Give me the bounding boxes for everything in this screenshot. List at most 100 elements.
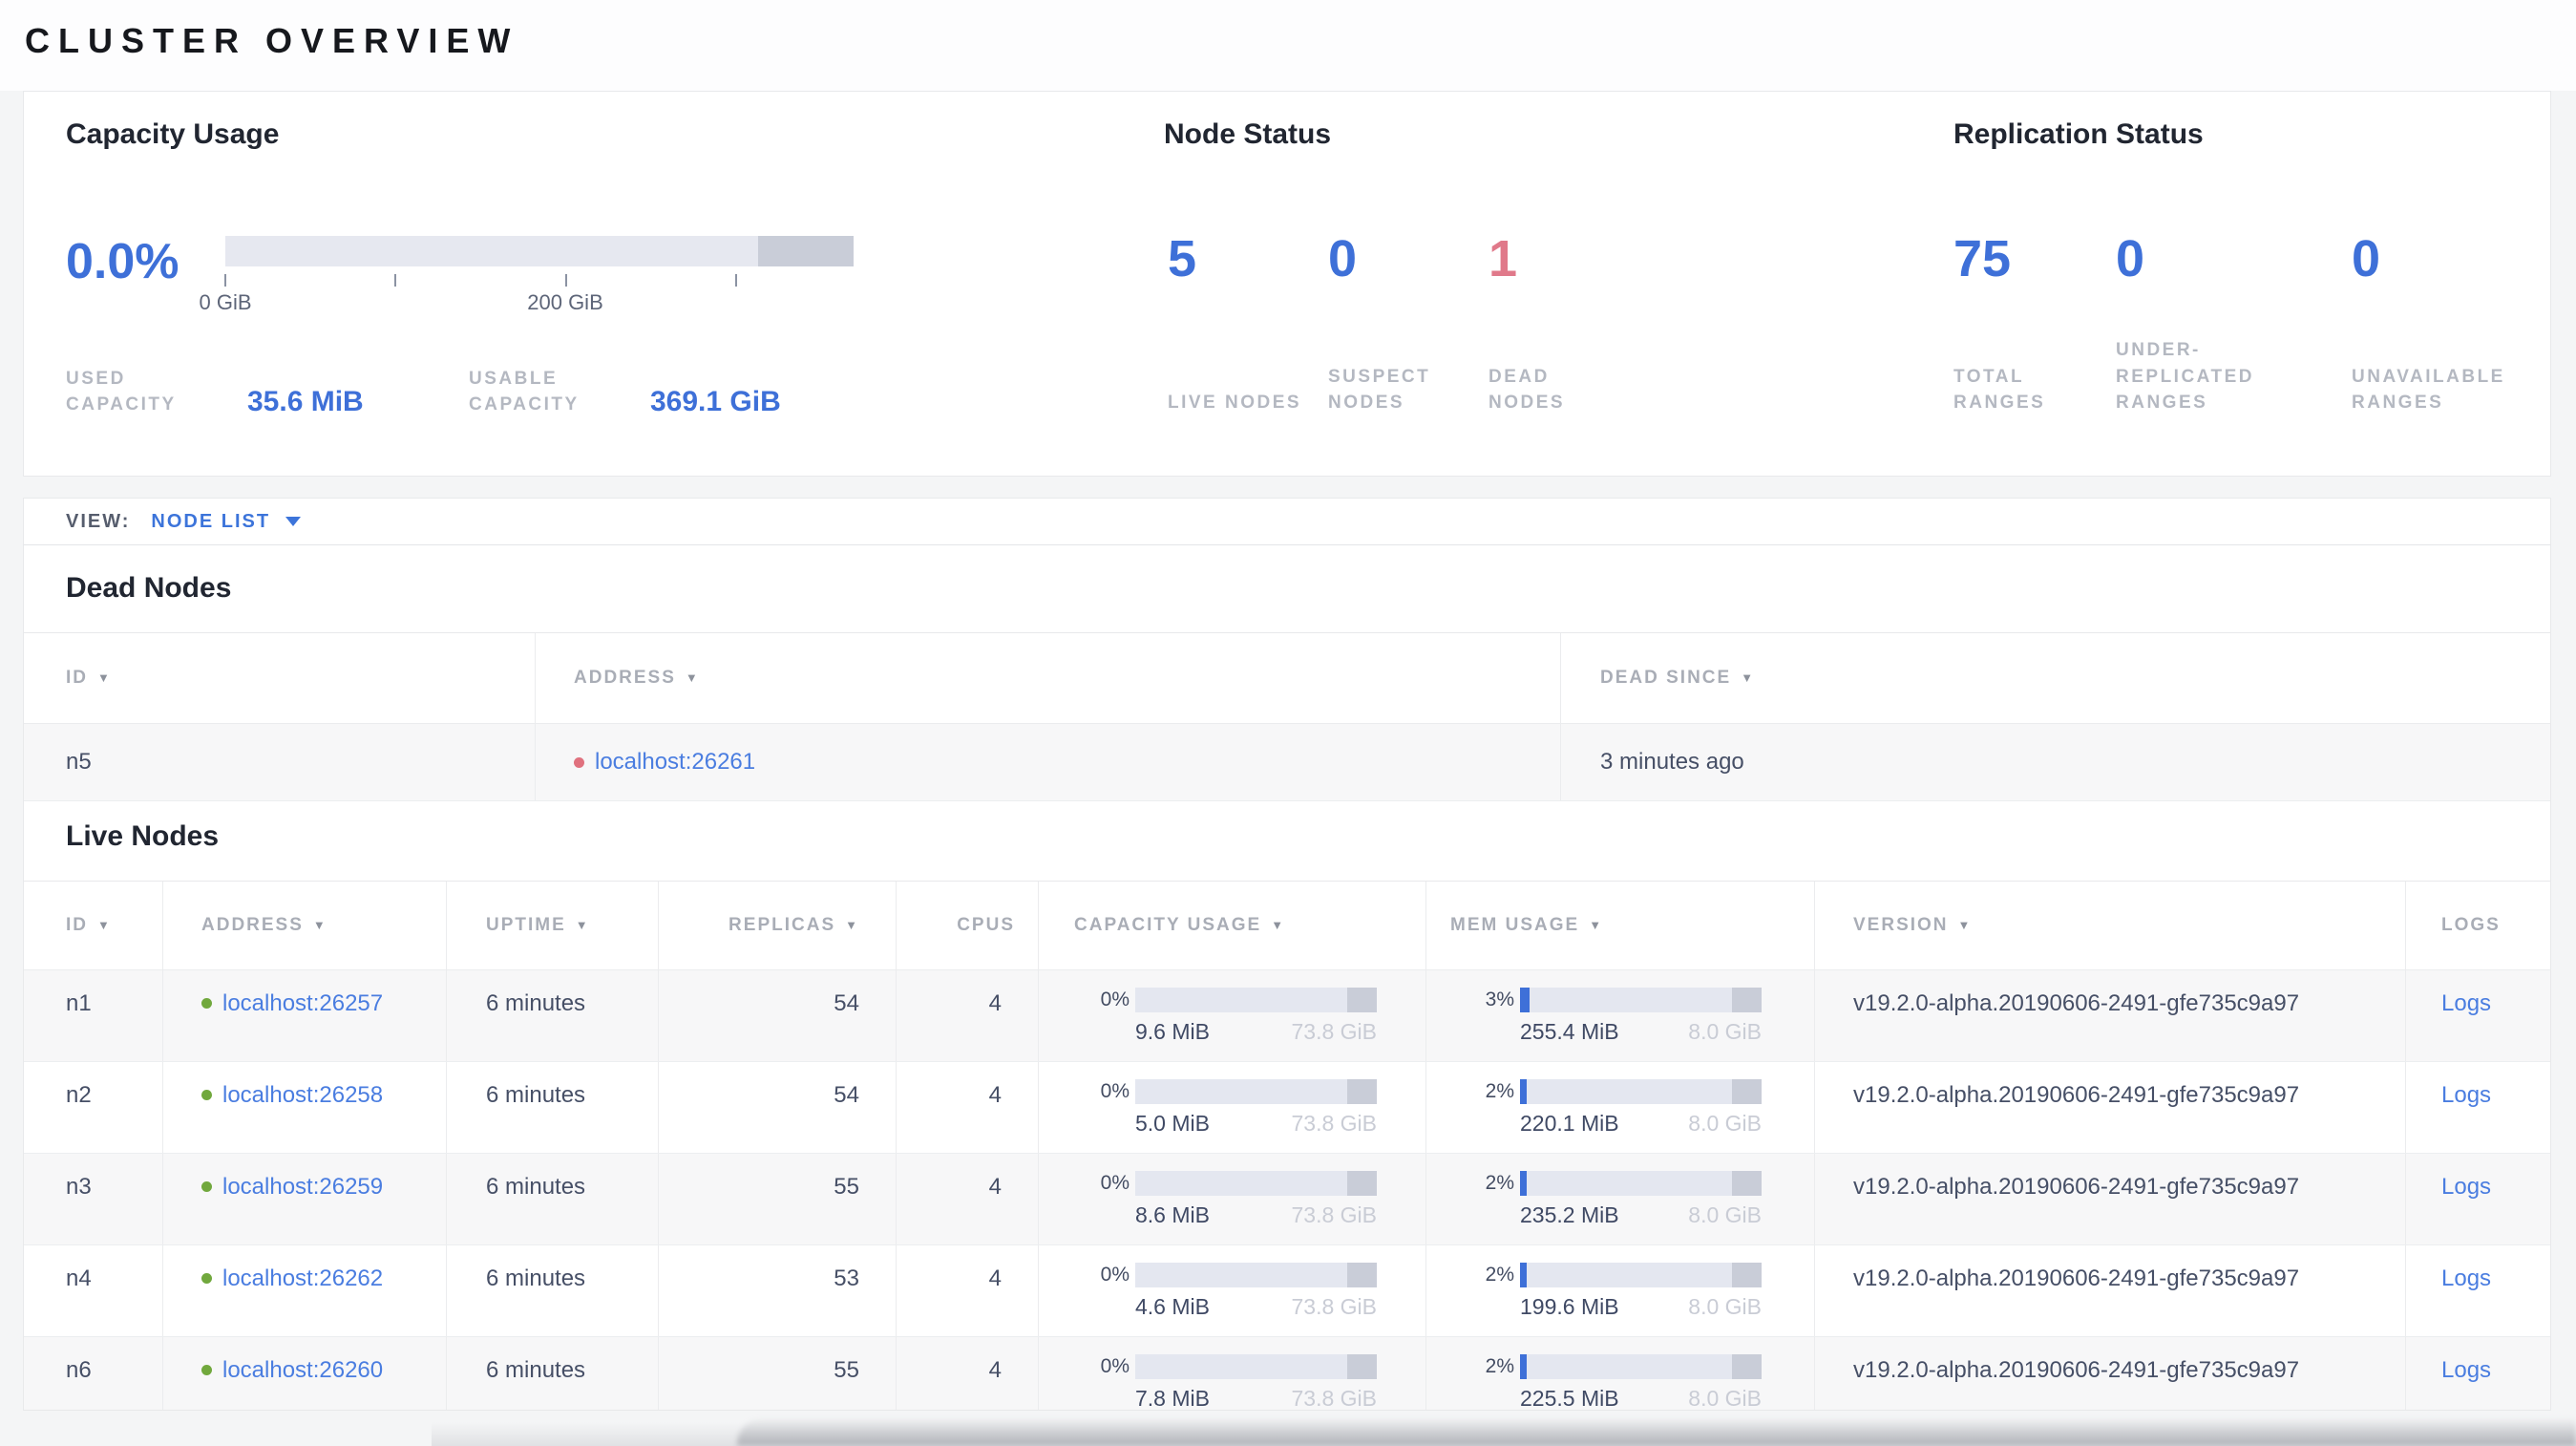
node-id-cell: n6 bbox=[24, 1337, 163, 1410]
sort-desc-icon: ▼ bbox=[575, 917, 590, 932]
node-id: n4 bbox=[66, 1265, 92, 1291]
logs-cell: Logs bbox=[2406, 1154, 2550, 1244]
node-id: n2 bbox=[66, 1081, 92, 1108]
capacity-mini-bar bbox=[1135, 1170, 1377, 1196]
mem-bar-fill bbox=[1520, 1262, 1527, 1287]
column-header-replicas[interactable]: REPLICAS ▼ bbox=[659, 882, 897, 969]
capacity-bar-reserved-segment bbox=[758, 236, 854, 266]
page-title: CLUSTER OVERVIEW bbox=[25, 21, 519, 60]
live-status-dot-icon bbox=[201, 1181, 212, 1192]
cluster-overview-page: CLUSTER OVERVIEW Capacity Usage 0.0% 0 G… bbox=[0, 0, 2576, 1446]
capacity-total-value: 73.8 GiB bbox=[1291, 1293, 1378, 1319]
cpus-value: 4 bbox=[988, 1265, 1002, 1291]
logs-link[interactable]: Logs bbox=[2441, 1357, 2491, 1384]
mem-usage-cell: 3% 255.4 MiB 8.0 GiB bbox=[1426, 970, 1815, 1061]
node-address-link[interactable]: localhost:26260 bbox=[222, 1357, 383, 1384]
capacity-percent-value: 0% bbox=[1100, 988, 1130, 1010]
column-header-address[interactable]: ADDRESS ▼ bbox=[163, 882, 447, 969]
column-header-address[interactable]: ADDRESS ▼ bbox=[536, 633, 1561, 723]
node-id-cell: n1 bbox=[24, 970, 163, 1061]
stat-under-replicated-ranges: 0 UNDER-REPLICATED RANGES bbox=[2116, 92, 2307, 478]
capacity-usage-cell: 0% 9.6 MiB 73.8 GiB bbox=[1039, 970, 1426, 1061]
capacity-usage-cell: 0% 7.8 MiB 73.8 GiB bbox=[1039, 1337, 1426, 1410]
view-selector-dropdown[interactable]: NODE LIST bbox=[151, 511, 302, 533]
stat-live-nodes: 5 LIVE NODES bbox=[1168, 92, 1311, 478]
capacity-bar-reserved-segment bbox=[1347, 987, 1377, 1012]
table-row: n3 localhost:26259 6 minutes 55 4 0% 8.6… bbox=[24, 1154, 2550, 1245]
cpus-cell: 4 bbox=[897, 1245, 1039, 1336]
capacity-used-value: 4.6 MiB bbox=[1135, 1293, 1210, 1319]
live-nodes-label: LIVE NODES bbox=[1168, 393, 1302, 414]
table-row: n5 localhost:26261 3 minutes ago bbox=[24, 724, 2550, 801]
mem-mini-bar bbox=[1520, 1170, 1762, 1196]
column-header-version[interactable]: VERSION ▼ bbox=[1815, 882, 2406, 969]
uptime-cell: 6 minutes bbox=[447, 1337, 659, 1410]
version-value: v19.2.0-alpha.20190606-2491-gfe735c9a97 bbox=[1853, 1265, 2300, 1291]
column-header-uptime[interactable]: UPTIME ▼ bbox=[447, 882, 659, 969]
capacity-usage-bar bbox=[225, 236, 854, 266]
node-address-link[interactable]: localhost:26261 bbox=[595, 749, 755, 776]
mem-total-value: 8.0 GiB bbox=[1688, 1385, 1762, 1411]
node-id: n6 bbox=[66, 1356, 92, 1383]
logs-cell: Logs bbox=[2406, 1337, 2550, 1410]
used-capacity-label: USED CAPACITY bbox=[66, 368, 177, 415]
replicas-value: 54 bbox=[834, 1081, 859, 1108]
mem-bar-reserved-segment bbox=[1732, 1078, 1762, 1104]
sort-desc-icon: ▼ bbox=[1271, 917, 1286, 932]
cpus-cell: 4 bbox=[897, 1337, 1039, 1410]
logs-link[interactable]: Logs bbox=[2441, 990, 2491, 1017]
logs-link[interactable]: Logs bbox=[2441, 1174, 2491, 1201]
column-header-id[interactable]: ID ▼ bbox=[24, 633, 536, 723]
version-value: v19.2.0-alpha.20190606-2491-gfe735c9a97 bbox=[1853, 989, 2300, 1016]
version-cell: v19.2.0-alpha.20190606-2491-gfe735c9a97 bbox=[1815, 1245, 2406, 1336]
live-nodes-table: ID ▼ ADDRESS ▼ UPTIME ▼ REPLICAS ▼ CPUS bbox=[24, 881, 2550, 1411]
capacity-total-value: 73.8 GiB bbox=[1291, 1018, 1378, 1044]
logs-link[interactable]: Logs bbox=[2441, 1265, 2491, 1292]
capacity-usage-cell: 0% 8.6 MiB 73.8 GiB bbox=[1039, 1154, 1426, 1244]
node-address-cell: localhost:26258 bbox=[163, 1062, 447, 1153]
dead-since-value: 3 minutes ago bbox=[1600, 749, 1744, 775]
mem-bar-reserved-segment bbox=[1732, 1170, 1762, 1196]
node-address-link[interactable]: localhost:26259 bbox=[222, 1174, 383, 1201]
node-id-cell: n3 bbox=[24, 1154, 163, 1244]
version-cell: v19.2.0-alpha.20190606-2491-gfe735c9a97 bbox=[1815, 1337, 2406, 1410]
mem-used-value: 235.2 MiB bbox=[1520, 1201, 1619, 1227]
version-value: v19.2.0-alpha.20190606-2491-gfe735c9a97 bbox=[1853, 1356, 2300, 1383]
axis-tick bbox=[224, 274, 226, 287]
sort-desc-icon: ▼ bbox=[1589, 917, 1604, 932]
node-address-link[interactable]: localhost:26258 bbox=[222, 1082, 383, 1109]
cpus-cell: 4 bbox=[897, 1062, 1039, 1153]
capacity-usage-title: Capacity Usage bbox=[66, 118, 280, 150]
table-row: n2 localhost:26258 6 minutes 54 4 0% 5.0… bbox=[24, 1062, 2550, 1154]
dead-nodes-table: ID ▼ ADDRESS ▼ DEAD SINCE ▼ n5 localhost… bbox=[24, 632, 2550, 801]
column-header-mem-usage[interactable]: MEM USAGE ▼ bbox=[1426, 882, 1815, 969]
logs-cell: Logs bbox=[2406, 970, 2550, 1061]
replicas-cell: 53 bbox=[659, 1245, 897, 1336]
suspect-nodes-count: 0 bbox=[1328, 230, 1358, 287]
capacity-used-value: 5.0 MiB bbox=[1135, 1110, 1210, 1136]
replicas-value: 55 bbox=[834, 1356, 859, 1383]
capacity-percent-value: 0% bbox=[1100, 1079, 1130, 1102]
stat-dead-nodes: 1 DEAD NODES bbox=[1489, 92, 1632, 478]
capacity-used-value: 9.6 MiB bbox=[1135, 1018, 1210, 1044]
node-address-link[interactable]: localhost:26262 bbox=[222, 1265, 383, 1292]
capacity-percent-value: 0% bbox=[1100, 1263, 1130, 1286]
column-header-id[interactable]: ID ▼ bbox=[24, 882, 163, 969]
column-header-dead-since[interactable]: DEAD SINCE ▼ bbox=[1561, 633, 2550, 723]
column-header-capacity-usage[interactable]: CAPACITY USAGE ▼ bbox=[1039, 882, 1426, 969]
mem-percent-value: 2% bbox=[1485, 1079, 1514, 1102]
sort-desc-icon: ▼ bbox=[97, 670, 112, 685]
node-address-link[interactable]: localhost:26257 bbox=[222, 990, 383, 1017]
live-nodes-heading: Live Nodes bbox=[66, 820, 220, 852]
sort-desc-icon: ▼ bbox=[685, 670, 700, 685]
dead-nodes-label: DEAD NODES bbox=[1489, 366, 1566, 414]
logs-link[interactable]: Logs bbox=[2441, 1082, 2491, 1109]
capacity-usage-cell: 0% 5.0 MiB 73.8 GiB bbox=[1039, 1062, 1426, 1153]
replicas-value: 53 bbox=[834, 1265, 859, 1291]
mem-used-value: 225.5 MiB bbox=[1520, 1385, 1619, 1411]
version-cell: v19.2.0-alpha.20190606-2491-gfe735c9a97 bbox=[1815, 1062, 2406, 1153]
capacity-bar-reserved-segment bbox=[1347, 1353, 1377, 1379]
capacity-bar-reserved-segment bbox=[1347, 1262, 1377, 1287]
mem-bar-fill bbox=[1520, 1353, 1527, 1379]
summary-card: Capacity Usage 0.0% 0 GiB 200 GiB USED C… bbox=[23, 91, 2551, 477]
